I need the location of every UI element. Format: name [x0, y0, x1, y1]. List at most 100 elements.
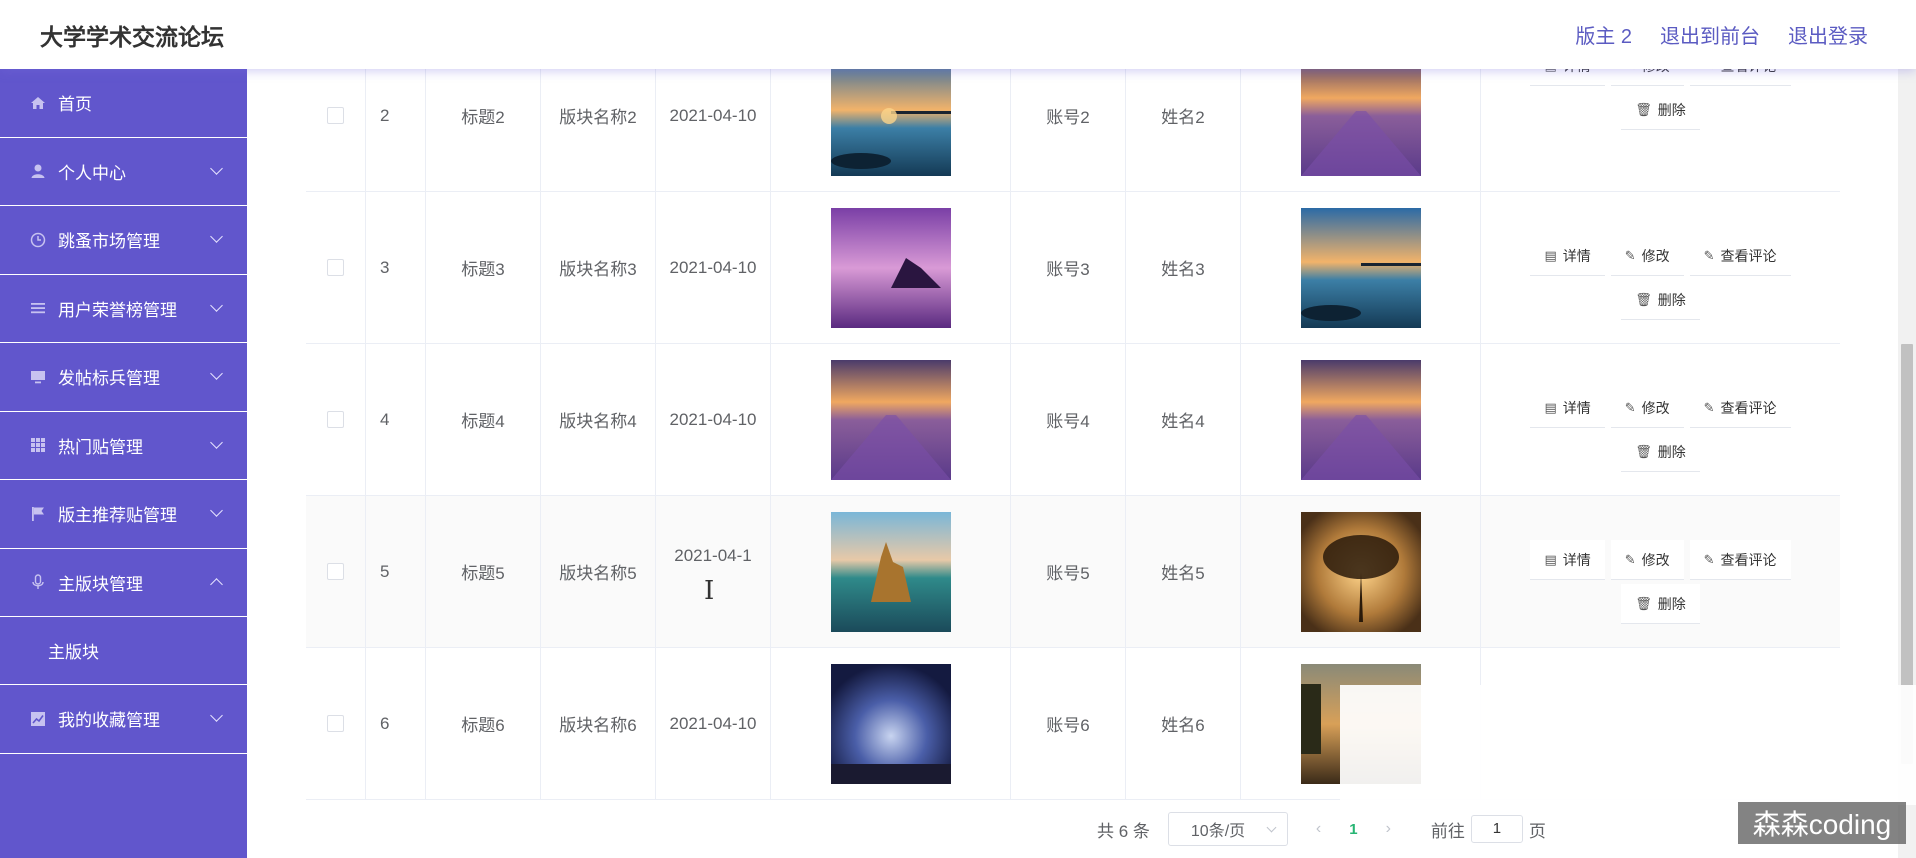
section-cell: 版块名称3	[541, 192, 656, 343]
section-cell: 版块名称5	[541, 496, 656, 647]
goto-page-input[interactable]: 1	[1470, 815, 1523, 843]
sidebar-item-label: 我的收藏管理	[58, 711, 160, 731]
date-cell: 2021-04-1	[656, 496, 771, 647]
table-row: 4 标题4 版块名称4 2021-04-10 账号4 姓名4 ▤ 详情 ✎ 修改…	[306, 344, 1840, 496]
row-checkbox[interactable]	[327, 563, 344, 580]
document-icon: ▤	[1544, 551, 1557, 567]
lavender-field-image[interactable]	[1300, 359, 1421, 480]
sidebar-item-label: 主版块管理	[58, 574, 143, 594]
trash-icon: 🗑	[1635, 595, 1652, 611]
table-row: 3 标题3 版块名称3 2021-04-10 账号3 姓名3 ▤ 详情 ✎ 修改…	[306, 192, 1840, 344]
ops-row: 🗑 删除	[1621, 584, 1700, 624]
monitor-icon	[28, 369, 48, 385]
sidebar-item-label: 个人中心	[58, 163, 126, 183]
page-size-value: 10条/页	[1190, 823, 1246, 840]
row-select-cell	[306, 344, 366, 495]
edit-button[interactable]: ✎ 修改	[1610, 388, 1684, 428]
chart-icon	[28, 711, 48, 727]
pier-sunset-image[interactable]	[1300, 207, 1421, 328]
next-page-button[interactable]: ›	[1386, 820, 1391, 838]
view-comments-button[interactable]: ✎ 查看评论	[1689, 236, 1791, 276]
top-nav: 版主 2 退出到前台 退出登录	[1575, 20, 1868, 49]
operations-cell: ▤ 详情 ✎ 修改 ✎ 查看评论 🗑 删除	[1481, 496, 1840, 647]
document-icon: ▤	[1544, 399, 1557, 415]
page-suffix: 页	[1528, 821, 1546, 841]
sidebar-item-recommended-posts[interactable]: 版主推荐贴管理	[0, 480, 247, 549]
back-to-frontend-link[interactable]: 退出到前台	[1660, 20, 1760, 49]
edit-button[interactable]: ✎ 修改	[1610, 236, 1684, 276]
cover-image-cell	[771, 496, 1011, 647]
edit-label: 修改	[1641, 551, 1670, 568]
row-checkbox[interactable]	[327, 107, 344, 124]
lavender-field-image[interactable]	[830, 359, 951, 480]
date-cell: 2021-04-10	[656, 648, 771, 799]
title-cell: 标题3	[426, 192, 541, 343]
row-checkbox[interactable]	[327, 715, 344, 732]
detail-button[interactable]: ▤ 详情	[1530, 540, 1605, 580]
delete-label: 删除	[1657, 291, 1686, 308]
trash-icon: 🗑	[1635, 443, 1652, 459]
sidebar-item-honor-board[interactable]: 用户荣誉榜管理	[0, 275, 247, 343]
page-size-select[interactable]: 10条/页	[1167, 812, 1288, 846]
delete-label: 删除	[1657, 595, 1686, 612]
sidebar-item-label: 用户荣誉榜管理	[58, 300, 177, 320]
pencil-icon: ✎	[1703, 399, 1715, 415]
account-cell: 账号4	[1011, 344, 1126, 495]
sidebar-item-main-sections[interactable]: 主版块管理	[0, 549, 247, 617]
account-cell: 账号6	[1011, 648, 1126, 799]
name-cell: 姓名6	[1126, 648, 1241, 799]
edit-button[interactable]: ✎ 修改	[1610, 540, 1684, 580]
night-sky-image[interactable]	[830, 663, 951, 784]
index-cell: 5	[366, 496, 426, 647]
view-comments-button[interactable]: ✎ 查看评论	[1689, 388, 1791, 428]
comments-label: 查看评论	[1720, 399, 1777, 416]
chevron-down-icon	[1266, 822, 1277, 833]
title-cell: 标题4	[426, 344, 541, 495]
delete-button[interactable]: 🗑 删除	[1621, 90, 1700, 130]
detail-button[interactable]: ▤ 详情	[1530, 236, 1605, 276]
pagination: 共 6 条 10条/页 ‹ 1 › 前往 1 页	[1097, 812, 1546, 846]
moderator-link[interactable]: 版主 2	[1575, 20, 1632, 49]
tree-sunset-image[interactable]	[1300, 511, 1421, 632]
chevron-down-icon	[210, 230, 223, 243]
trash-icon: 🗑	[1635, 291, 1652, 307]
castle-lake-image[interactable]	[830, 511, 951, 632]
pier-sunset-image[interactable]	[830, 55, 951, 176]
chevron-down-icon	[210, 367, 223, 380]
page-number-current[interactable]: 1	[1349, 821, 1357, 838]
sidebar-item-favorites[interactable]: 我的收藏管理	[0, 685, 247, 754]
sidebar-item-profile[interactable]: 个人中心	[0, 138, 247, 206]
row-checkbox[interactable]	[327, 259, 344, 276]
list-icon	[28, 300, 48, 316]
pencil-icon: ✎	[1703, 551, 1715, 567]
delete-button[interactable]: 🗑 删除	[1621, 584, 1700, 624]
ops-row: ▤ 详情 ✎ 修改 ✎ 查看评论	[1530, 388, 1791, 428]
purple-sea-rock-image[interactable]	[830, 207, 951, 328]
row-select-cell	[306, 496, 366, 647]
grid-icon	[28, 437, 48, 453]
logout-link[interactable]: 退出登录	[1788, 20, 1868, 49]
trash-icon: 🗑	[1635, 101, 1652, 117]
ops-row: 🗑 删除	[1621, 432, 1700, 472]
detail-button[interactable]: ▤ 详情	[1530, 388, 1605, 428]
sidebar-item-top-posters[interactable]: 发帖标兵管理	[0, 343, 247, 412]
sidebar-item-hot-posts[interactable]: 热门贴管理	[0, 412, 247, 480]
view-comments-button[interactable]: ✎ 查看评论	[1689, 540, 1791, 580]
watermark: 森森coding	[1738, 802, 1906, 844]
delete-button[interactable]: 🗑 删除	[1621, 432, 1700, 472]
sidebar-item-home[interactable]: 首页	[0, 69, 247, 138]
prev-page-button[interactable]: ‹	[1316, 820, 1321, 838]
submenu-item-main-section[interactable]: 主版块	[0, 617, 247, 685]
flag-icon	[28, 506, 48, 522]
account-cell: 账号5	[1011, 496, 1126, 647]
sidebar-item-flea-market[interactable]: 跳蚤市场管理	[0, 206, 247, 275]
delete-button[interactable]: 🗑 删除	[1621, 280, 1700, 320]
mic-icon	[28, 574, 48, 590]
name-cell: 姓名5	[1126, 496, 1241, 647]
blurred-region	[1340, 685, 1916, 805]
sidebar-item-label: 发帖标兵管理	[58, 369, 160, 389]
lavender-field-image[interactable]	[1300, 55, 1421, 176]
row-checkbox[interactable]	[327, 411, 344, 428]
title-cell: 标题5	[426, 496, 541, 647]
name-cell: 姓名4	[1126, 344, 1241, 495]
